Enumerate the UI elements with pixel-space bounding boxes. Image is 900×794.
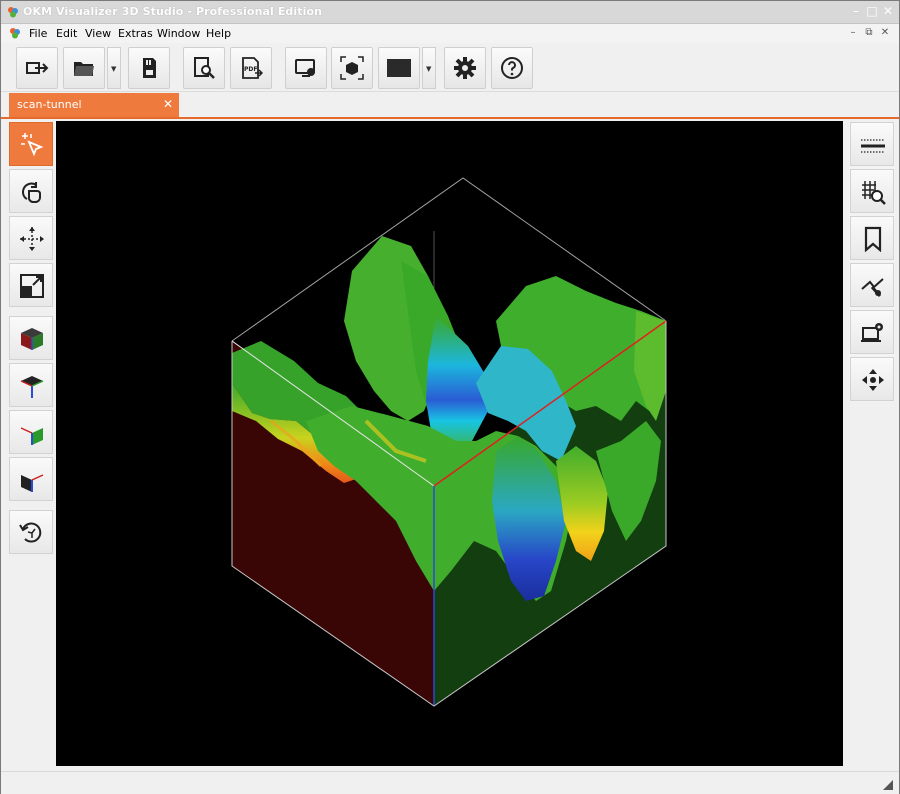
- laptop-settings-button[interactable]: [850, 310, 894, 354]
- svg-text:PDF: PDF: [244, 66, 257, 73]
- menu-help[interactable]: Help: [206, 27, 231, 40]
- window-title: OKM Visualizer 3D Studio - Professional …: [23, 5, 323, 18]
- doc-minimize-button[interactable]: –: [847, 27, 859, 39]
- screenshot-icon: [295, 59, 315, 77]
- open-button[interactable]: [63, 47, 105, 89]
- select-tool-button[interactable]: [9, 122, 53, 166]
- zoom-fit-icon: [20, 274, 44, 298]
- settings-gear-icon: [454, 57, 476, 79]
- navigation-icon: [862, 369, 884, 391]
- view-front-red-icon: [21, 474, 44, 492]
- cube-select-icon: [340, 56, 364, 80]
- app-logo-icon: [8, 7, 18, 18]
- help-icon: [501, 57, 523, 79]
- menu-edit[interactable]: Edit: [56, 27, 77, 40]
- screenshot-button[interactable]: [285, 47, 327, 89]
- menu-window[interactable]: Window: [157, 27, 200, 40]
- app-window: OKM Visualizer 3D Studio - Professional …: [0, 0, 900, 794]
- view-side-button[interactable]: [9, 410, 53, 454]
- export-pdf-button[interactable]: PDF: [230, 47, 272, 89]
- maximize-button[interactable]: □: [865, 4, 879, 18]
- preview-button[interactable]: [183, 47, 225, 89]
- status-bar: [1, 771, 899, 794]
- import-button[interactable]: [16, 47, 58, 89]
- view-front-button[interactable]: [9, 457, 53, 501]
- reset-view-button[interactable]: [9, 510, 53, 554]
- left-toolbar: [9, 122, 55, 762]
- color-dropdown-button[interactable]: ▼: [422, 47, 436, 89]
- document-tab-bar: scan-tunnel ✕: [1, 92, 899, 119]
- tab-close-icon[interactable]: ✕: [163, 97, 173, 111]
- probe-tool-button[interactable]: [850, 263, 894, 307]
- view-top-icon: [20, 376, 44, 398]
- menu-extras[interactable]: Extras: [118, 27, 153, 40]
- probe-tool-icon: [861, 278, 884, 297]
- chevron-down-icon: ▼: [426, 65, 432, 73]
- surface-filter-button[interactable]: [850, 122, 894, 166]
- document-menu-icon[interactable]: [9, 27, 21, 39]
- right-toolbar: [849, 122, 895, 402]
- chevron-down-icon: ▼: [111, 65, 117, 73]
- save-button[interactable]: [128, 47, 170, 89]
- help-button[interactable]: [491, 47, 533, 89]
- zoom-fit-button[interactable]: [9, 263, 53, 307]
- move-arrows-icon: [20, 227, 44, 251]
- title-bar[interactable]: OKM Visualizer 3D Studio - Professional …: [1, 1, 899, 24]
- import-icon: [26, 62, 49, 74]
- close-button[interactable]: ✕: [881, 4, 895, 18]
- surface-filter-icon: [861, 139, 885, 153]
- open-dropdown-button[interactable]: ▼: [107, 47, 121, 89]
- grid-zoom-icon: [862, 181, 886, 205]
- menu-view[interactable]: View: [85, 27, 111, 40]
- 3d-viewport[interactable]: [56, 121, 843, 766]
- view-top-button[interactable]: [9, 363, 53, 407]
- view-side-green-icon: [20, 427, 43, 445]
- main-toolbar: ▼ PDF ▼: [1, 43, 899, 92]
- navigation-button[interactable]: [850, 357, 894, 401]
- menu-bar: File Edit View Extras Window Help – ⧉ ✕: [1, 24, 899, 43]
- menu-file[interactable]: File: [29, 27, 47, 40]
- move-tool-button[interactable]: [9, 216, 53, 260]
- settings-button[interactable]: [444, 47, 486, 89]
- reset-view-icon: [19, 522, 42, 543]
- rotate-tool-button[interactable]: [9, 169, 53, 213]
- cube-select-button[interactable]: [331, 47, 373, 89]
- color-swatch-icon: [387, 59, 411, 77]
- minimize-button[interactable]: –: [849, 4, 863, 18]
- resize-grip-icon[interactable]: [883, 780, 893, 790]
- color-button[interactable]: [378, 47, 420, 89]
- rotate-hand-icon: [22, 182, 41, 203]
- doc-restore-button[interactable]: ⧉: [863, 27, 875, 39]
- doc-close-button[interactable]: ✕: [879, 27, 891, 39]
- grid-zoom-button[interactable]: [850, 169, 894, 213]
- open-folder-icon: [74, 62, 94, 76]
- view-3d-cube-icon: [21, 328, 43, 350]
- select-pointer-icon: [21, 133, 44, 157]
- save-card-icon: [143, 58, 156, 78]
- laptop-settings-icon: [861, 323, 883, 342]
- bookmark-icon: [864, 226, 882, 252]
- scan-3d-view: [231, 177, 667, 707]
- preview-search-icon: [194, 57, 215, 79]
- export-pdf-icon: PDF: [242, 57, 263, 79]
- tab-scan-tunnel[interactable]: scan-tunnel ✕: [9, 93, 179, 117]
- bookmark-button[interactable]: [850, 216, 894, 260]
- tab-label: scan-tunnel: [17, 98, 82, 111]
- view-3d-button[interactable]: [9, 316, 53, 360]
